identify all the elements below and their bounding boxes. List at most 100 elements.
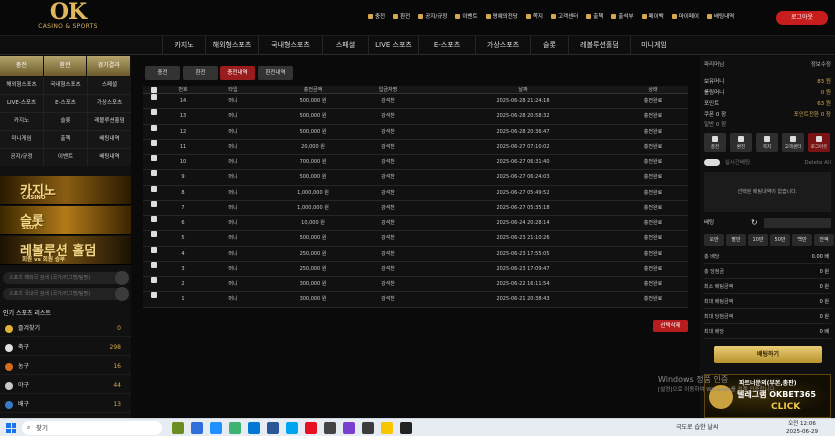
left-menu-item[interactable]: E-스포츠 — [44, 95, 87, 112]
top-menu-item[interactable]: 공지/규정 — [418, 12, 447, 20]
game-banner[interactable]: 레볼루션 홀덤 회원 vs 회원 승부 — [0, 236, 131, 265]
taskbar-app-icon[interactable] — [191, 422, 203, 434]
tab-2[interactable]: 충전내역 — [220, 66, 255, 80]
left-top-button[interactable]: 환전 — [43, 56, 88, 76]
top-menu-item[interactable]: 충전 — [368, 12, 385, 20]
left-menu-item[interactable]: 배팅내역 — [88, 149, 131, 166]
sport-item[interactable]: 농구 16 — [0, 359, 131, 375]
bet-chip[interactable]: 오만 — [704, 234, 724, 246]
bet-chip[interactable]: 팔만 — [726, 234, 746, 246]
row-checkbox[interactable] — [151, 277, 157, 283]
row-checkbox[interactable] — [151, 216, 157, 222]
left-menu-item[interactable]: 슬롯 — [44, 113, 87, 130]
row-checkbox[interactable] — [151, 292, 157, 299]
tab-0[interactable]: 충전 — [145, 66, 180, 80]
taskbar-app-icon[interactable] — [172, 422, 184, 434]
left-menu-item[interactable]: 이벤트 — [44, 149, 87, 166]
game-nav-item[interactable]: 레볼루션홀덤 — [568, 36, 630, 55]
row-checkbox[interactable] — [151, 170, 157, 177]
taskbar-app-icon[interactable] — [286, 422, 298, 434]
game-nav-item[interactable]: 국내형스포츠 — [258, 36, 322, 55]
left-menu-item[interactable]: 미니게임 — [0, 131, 43, 148]
game-banner[interactable]: 카지노 CASINO — [0, 176, 131, 205]
taskbar-app-icon[interactable] — [400, 422, 412, 434]
game-nav-item[interactable]: 카지노 — [162, 36, 205, 55]
taskbar-app-icon[interactable] — [210, 422, 222, 434]
top-menu-item[interactable]: 배팅내역 — [706, 12, 734, 20]
left-menu-item[interactable]: 카지노 — [0, 113, 43, 130]
top-menu-item[interactable]: 이벤트 — [455, 12, 478, 20]
top-menu-item[interactable]: 고객센터 — [550, 12, 578, 20]
game-nav-item[interactable]: 해외형스포츠 — [205, 36, 258, 55]
bet-chip[interactable]: 백만 — [792, 234, 812, 246]
quick-button[interactable]: 충전 — [704, 133, 726, 152]
left-menu-item[interactable]: 배팅내역 — [88, 131, 131, 148]
edit-info-link[interactable]: 정보수정 — [811, 59, 831, 71]
row-checkbox[interactable] — [151, 185, 157, 192]
top-menu-item[interactable]: 출첵 — [586, 12, 603, 20]
row-checkbox[interactable] — [151, 246, 157, 253]
row-checkbox[interactable] — [151, 261, 157, 268]
taskbar-app-icon[interactable] — [305, 422, 317, 434]
delete-all-link[interactable]: Delete All — [804, 157, 831, 169]
left-top-button[interactable]: 충전 — [0, 56, 44, 76]
live-bet-toggle[interactable] — [704, 159, 720, 166]
left-menu-item[interactable]: 해외형스포츠 — [0, 77, 43, 94]
left-menu-item[interactable]: 스페셜 — [88, 77, 131, 94]
taskbar-app-icon[interactable] — [343, 422, 355, 434]
taskbar-app-icon[interactable] — [362, 422, 374, 434]
quick-button[interactable]: 환전 — [730, 133, 752, 152]
top-menu-item[interactable]: 마이페이 — [671, 12, 699, 20]
left-menu-item[interactable]: 레볼루션홀덤 — [88, 113, 131, 130]
game-nav-item[interactable]: 슬롯 — [530, 36, 568, 55]
taskbar-app-icon[interactable] — [229, 422, 241, 434]
place-bet-button[interactable]: 배팅하기 — [714, 346, 822, 363]
reset-icon[interactable]: ↻ — [751, 217, 758, 229]
taskbar-app-icon[interactable] — [381, 422, 393, 434]
bet-chip[interactable]: 50만 — [770, 234, 790, 246]
row-checkbox[interactable] — [151, 94, 157, 100]
top-menu-item[interactable]: 페이백 — [641, 12, 664, 20]
quick-button[interactable]: 고객센터 — [782, 133, 804, 152]
left-top-button[interactable]: 경기결과 — [87, 56, 132, 76]
delete-selected-button[interactable]: 선택삭제 — [653, 320, 688, 332]
bet-chip[interactable]: 10만 — [748, 234, 768, 246]
quick-button[interactable]: 쪽지 — [756, 133, 778, 152]
search-icon[interactable] — [115, 287, 129, 301]
bet-amount-input[interactable] — [764, 218, 831, 228]
sport-item[interactable]: 야구 44 — [0, 378, 131, 394]
sport-item[interactable]: 즐겨찾기 0 — [0, 321, 131, 337]
tab-1[interactable]: 환전 — [183, 66, 218, 80]
game-nav-item[interactable]: LIVE 스포츠 — [368, 36, 418, 55]
sport-item[interactable]: 축구 298 — [0, 340, 131, 356]
left-menu-item[interactable]: 국내형스포츠 — [44, 77, 87, 94]
left-menu-item[interactable]: LIVE-스포츠 — [0, 95, 43, 112]
row-checkbox[interactable] — [151, 139, 157, 146]
overseas-search-input[interactable]: 스포츠 해외국 검색 (국가/리그명/팀명) — [3, 271, 129, 285]
taskbar-clock[interactable]: 오전 12:06 2025-06-29 — [786, 420, 818, 436]
taskbar-app-icon[interactable] — [267, 422, 279, 434]
tab-3[interactable]: 환전내역 — [258, 66, 293, 80]
quick-button[interactable]: 로그아웃 — [808, 133, 830, 152]
left-menu-item[interactable]: 가상스포츠 — [88, 95, 131, 112]
left-menu-item[interactable]: 공지/규정 — [0, 149, 43, 166]
game-nav-item[interactable]: E-스포츠 — [418, 36, 475, 55]
game-nav-item[interactable]: 가상스포츠 — [475, 36, 530, 55]
row-checkbox[interactable] — [151, 200, 157, 207]
row-checkbox[interactable] — [151, 155, 157, 161]
row-checkbox[interactable] — [151, 124, 157, 131]
taskbar-app-icon[interactable] — [248, 422, 260, 434]
game-nav-item[interactable]: 스페셜 — [322, 36, 368, 55]
top-menu-item[interactable]: 쪽지 — [525, 12, 543, 20]
taskbar-search-input[interactable]: ⌕ 찾기 — [22, 421, 162, 435]
game-banner[interactable]: 슬롯 SLOT — [0, 206, 131, 235]
top-menu-item[interactable]: 출석부 — [611, 12, 634, 20]
taskbar-app-icon[interactable] — [324, 422, 336, 434]
site-logo[interactable]: OK CASINO & SPORTS — [33, 1, 103, 34]
weather-tray[interactable]: 극도로 습한 날씨 — [676, 422, 718, 434]
row-checkbox[interactable] — [151, 109, 157, 116]
top-menu-item[interactable]: 환전 — [393, 12, 410, 20]
top-menu-item[interactable]: 명예의전당 — [485, 12, 518, 20]
windows-start-icon[interactable] — [6, 423, 16, 433]
game-nav-item[interactable]: 미니게임 — [630, 36, 677, 55]
